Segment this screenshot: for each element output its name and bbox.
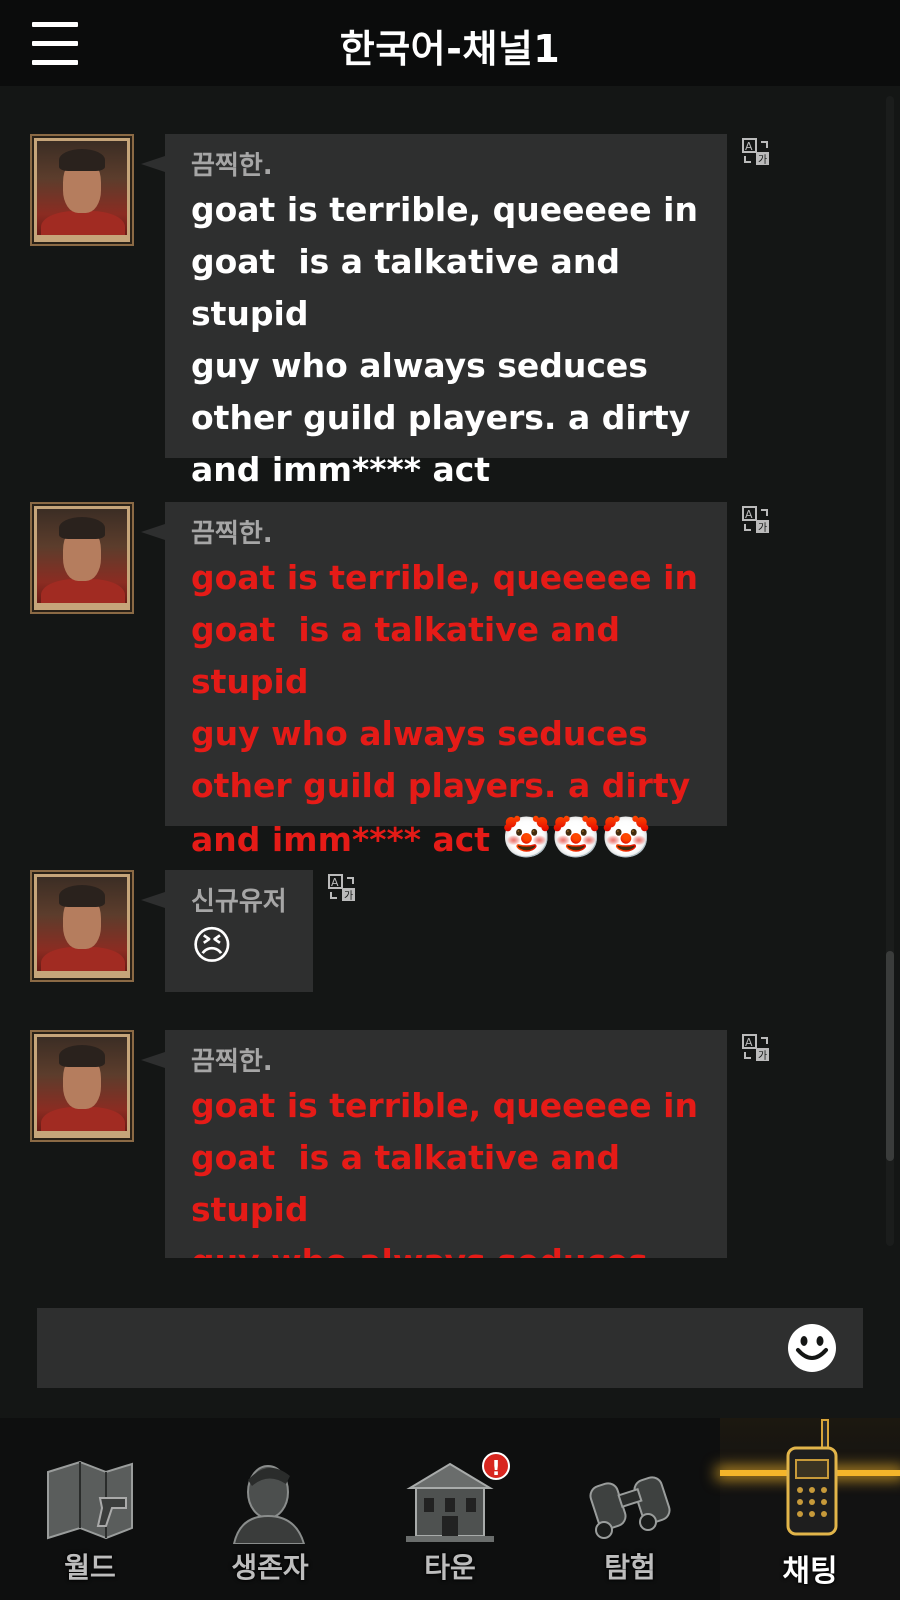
sender-name: 끔찍한. bbox=[191, 1047, 273, 1077]
nav-label: 월드 bbox=[64, 1551, 116, 1584]
avatar[interactable] bbox=[30, 870, 134, 982]
clown-emoji: 🤡🤡🤡 bbox=[501, 815, 651, 861]
chat-input[interactable] bbox=[37, 1308, 863, 1388]
message-bubble: 끔찍한. goat is terrible, queeeee in goat i… bbox=[141, 134, 727, 489]
message-bubble: 신규유저 😣 bbox=[141, 870, 313, 992]
sender-name: 끔찍한. bbox=[191, 519, 273, 549]
binoculars-icon bbox=[589, 1476, 671, 1539]
persevering-face-emoji: 😣 bbox=[191, 923, 233, 969]
translate-icon[interactable]: A 가 bbox=[741, 137, 771, 167]
translate-icon[interactable]: A 가 bbox=[741, 1033, 771, 1063]
translate-icon[interactable]: A 가 bbox=[327, 873, 357, 903]
svg-text:A: A bbox=[745, 1036, 753, 1049]
chat-message-list[interactable]: 끔찍한. goat is terrible, queeeee in goat i… bbox=[0, 86, 900, 1258]
message-bubble: 끔찍한. goat is terrible, queeeee in goat i… bbox=[141, 502, 727, 861]
message-text: goat is terrible, queeeee in goat is a t… bbox=[191, 190, 698, 489]
nav-chat[interactable]: 채팅 bbox=[720, 1418, 900, 1600]
smiley-emoji-icon[interactable] bbox=[786, 1322, 838, 1374]
survivor-icon bbox=[232, 1465, 306, 1544]
bottom-navigation: 월드 생존자 타운 ! 탐험 채팅 bbox=[0, 1418, 900, 1600]
sender-name: 신규유저 bbox=[191, 887, 287, 917]
world-map-icon bbox=[47, 1460, 133, 1540]
svg-text:가: 가 bbox=[344, 890, 353, 902]
nav-world[interactable]: 월드 bbox=[0, 1418, 180, 1600]
nav-label: 채팅 bbox=[782, 1554, 838, 1589]
nav-label: 생존자 bbox=[231, 1551, 309, 1584]
scrollbar[interactable] bbox=[886, 96, 894, 1246]
channel-title: 한국어-채널1 bbox=[339, 27, 561, 71]
message-text: goat is terrible, queeeee in goat is a t… bbox=[191, 1086, 698, 1258]
scrollbar-thumb[interactable] bbox=[886, 951, 894, 1161]
top-bar: 한국어-채널1 bbox=[0, 0, 900, 86]
nav-label: 타운 bbox=[424, 1551, 476, 1584]
svg-text:A: A bbox=[745, 508, 753, 521]
message-text: goat is terrible, queeeee in goat is a t… bbox=[191, 558, 698, 861]
translate-icon[interactable]: A 가 bbox=[741, 505, 771, 535]
svg-text:A: A bbox=[331, 876, 339, 889]
nav-town[interactable]: 타운 bbox=[360, 1418, 540, 1600]
svg-text:A: A bbox=[745, 140, 753, 153]
notification-badge: ! bbox=[482, 1452, 510, 1480]
avatar[interactable] bbox=[30, 502, 134, 614]
chat-input-bar bbox=[0, 1258, 900, 1418]
nav-explore[interactable]: 탐험 bbox=[540, 1418, 720, 1600]
svg-text:가: 가 bbox=[758, 154, 767, 166]
avatar[interactable] bbox=[30, 134, 134, 246]
walkie-talkie-icon bbox=[786, 1419, 838, 1536]
svg-text:가: 가 bbox=[758, 1050, 767, 1062]
nav-label: 탐험 bbox=[604, 1551, 656, 1584]
svg-text:가: 가 bbox=[758, 522, 767, 534]
nav-survivors[interactable]: 생존자 bbox=[180, 1418, 360, 1600]
avatar[interactable] bbox=[30, 1030, 134, 1142]
message-bubble: 끔찍한. goat is terrible, queeeee in goat i… bbox=[141, 1030, 727, 1258]
sender-name: 끔찍한. bbox=[191, 151, 273, 181]
